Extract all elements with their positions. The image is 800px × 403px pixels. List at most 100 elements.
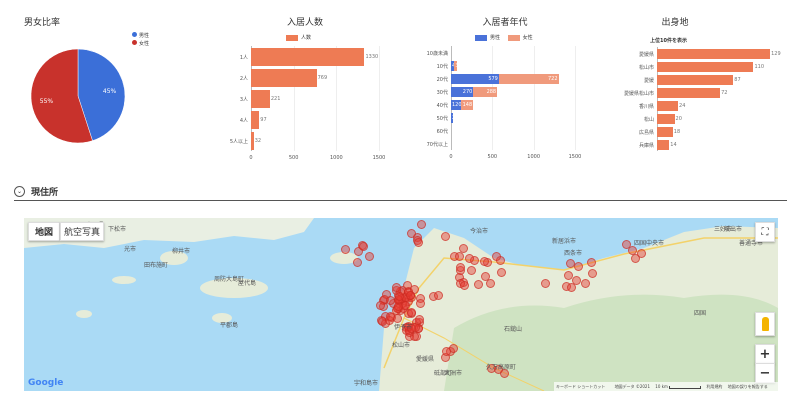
age-legend: 男性 女性 — [475, 34, 533, 41]
y-tick-label: 愛媛県松山市 — [623, 90, 654, 97]
place-label: 柳井市 — [172, 248, 191, 255]
x-tick-label: 500 — [288, 155, 299, 161]
street-view-pegman-icon[interactable] — [755, 312, 775, 336]
bar-value-label: 270 — [462, 88, 473, 95]
zoom-out-button[interactable]: − — [755, 363, 775, 383]
map-marker[interactable] — [353, 257, 363, 267]
y-tick-label: 3人 — [239, 96, 248, 103]
bar[interactable] — [657, 74, 734, 85]
terms-link[interactable]: 利用規約 — [706, 384, 722, 389]
legend-female: 女性 — [139, 41, 150, 47]
map-marker[interactable] — [441, 347, 451, 357]
place-label: 田布施町 — [144, 262, 169, 269]
bar-value-label: 37 — [455, 62, 462, 69]
bar[interactable] — [251, 47, 365, 66]
legend-count: 人数 — [301, 35, 312, 41]
google-logo: Google — [28, 378, 64, 388]
bar[interactable] — [657, 61, 754, 72]
bar-value-label: 722 — [547, 75, 558, 82]
place-label: 坂出市 — [724, 226, 743, 233]
map-view[interactable]: 山口県下松市光市田布施町柳井市周防大島町屋代島平郡島松山市西条市新居浜市四国中央… — [24, 218, 778, 391]
map-marker[interactable] — [440, 232, 450, 242]
place-label: 下松市 — [108, 226, 127, 233]
residents-chart-title: 入居人数 — [286, 18, 323, 28]
report-error-link[interactable]: 地図の誤りを報告する — [728, 384, 768, 389]
collapse-chevron-icon[interactable]: ⌄ — [14, 186, 25, 197]
map-marker[interactable] — [573, 261, 583, 271]
y-tick-label: 1人 — [239, 54, 248, 61]
y-tick-label: 30代 — [436, 89, 448, 96]
map-marker[interactable] — [364, 252, 374, 262]
residents-legend: 人数 — [286, 34, 311, 41]
bar[interactable] — [657, 48, 771, 59]
map-marker[interactable] — [466, 265, 476, 275]
map-type-satellite-button[interactable]: 航空写真 — [60, 222, 104, 241]
pie-label: 45% — [103, 88, 117, 95]
map-marker[interactable] — [465, 253, 475, 263]
bar[interactable] — [251, 131, 254, 150]
bar[interactable] — [657, 113, 675, 124]
bar-value-label: 14 — [670, 141, 677, 148]
map-marker[interactable] — [541, 278, 551, 288]
y-tick-label: 広島県 — [638, 129, 654, 136]
y-tick-label: 香川県 — [638, 103, 654, 110]
pie-label: 55% — [40, 98, 54, 105]
zoom-in-button[interactable]: + — [755, 344, 775, 364]
place-label: 西条市 — [564, 250, 583, 257]
bar[interactable] — [657, 87, 721, 98]
y-tick-label: 兵庫県 — [638, 142, 654, 149]
map-type-map-button[interactable]: 地図 — [28, 222, 60, 241]
y-tick-label: 2人 — [239, 75, 248, 82]
map-footer: キーボード ショートカット 地図データ ©2021 10 km 利用規約 地図の… — [554, 382, 778, 391]
map-marker[interactable] — [416, 298, 426, 308]
map-marker[interactable] — [456, 262, 466, 272]
place-label: 愛媛県 — [416, 356, 435, 363]
place-label: 屋代島 — [238, 280, 257, 287]
map-marker[interactable] — [497, 267, 507, 277]
bar-value-label: 97 — [260, 116, 267, 123]
map-marker[interactable] — [572, 275, 582, 285]
scale-bar — [669, 385, 702, 389]
map-marker[interactable] — [394, 292, 404, 302]
map-data-credit: 地図データ ©2021 — [614, 384, 651, 389]
bar-value-label: 24 — [679, 102, 686, 109]
fullscreen-icon[interactable]: ⛶ — [755, 222, 775, 242]
map-marker[interactable] — [406, 290, 416, 300]
place-label: 四国 — [694, 310, 707, 317]
y-tick-label: 10代 — [436, 63, 448, 70]
bar[interactable] — [251, 89, 270, 108]
x-tick-label: 1000 — [527, 154, 541, 160]
bar[interactable] — [657, 139, 670, 150]
origin-subtitle: 上位10件を表示 — [650, 38, 687, 44]
bar[interactable] — [251, 68, 317, 87]
map-marker[interactable] — [631, 253, 641, 263]
y-tick-label: 愛媛 — [643, 77, 654, 84]
map-marker[interactable] — [492, 251, 502, 261]
x-tick-label: 1500 — [568, 154, 582, 160]
bar-value-label: 72 — [721, 89, 728, 96]
bar-value-label: 579 — [488, 75, 498, 82]
bar-value-label: 120 — [452, 101, 462, 108]
bar[interactable] — [657, 100, 679, 111]
place-label: 四国中央市 — [634, 240, 665, 247]
y-tick-label: 20代 — [436, 76, 448, 83]
map-marker[interactable] — [434, 290, 444, 300]
legend-age-male: 男性 — [490, 35, 501, 41]
bar[interactable] — [251, 110, 260, 129]
bar-value-label: 20 — [452, 114, 459, 121]
place-label: 平郡島 — [220, 322, 239, 329]
gender-pie-chart: 45% 55% — [30, 48, 126, 144]
x-tick-label: 1500 — [372, 155, 386, 161]
bar[interactable] — [657, 126, 673, 137]
map-marker[interactable] — [358, 241, 368, 251]
bar-value-label: 20 — [675, 115, 682, 122]
section-divider — [14, 200, 787, 201]
bar-value-label: 288 — [486, 88, 497, 95]
place-label: 砥部町 — [434, 370, 453, 377]
gridline — [533, 46, 535, 150]
bar-value-label: 41 — [452, 63, 458, 69]
keyboard-shortcuts-link[interactable]: キーボード ショートカット — [556, 384, 605, 389]
y-tick-label: 松山 — [643, 116, 654, 123]
gender-legend: 男性 女性 — [132, 32, 149, 48]
map-marker[interactable] — [455, 251, 465, 261]
